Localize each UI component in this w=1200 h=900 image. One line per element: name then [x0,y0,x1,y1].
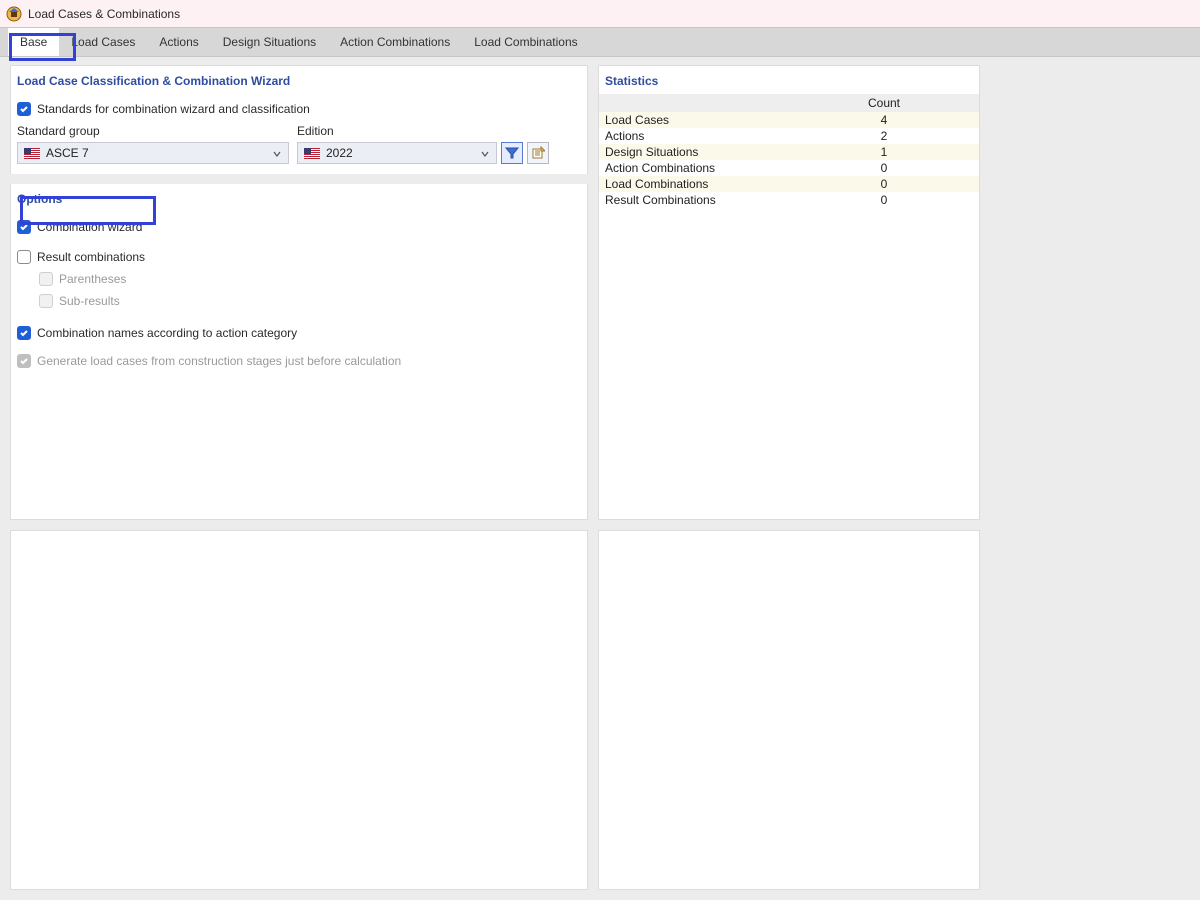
sub-results-label: Sub-results [59,294,120,308]
app-icon [6,6,22,22]
combination-wizard-row: Combination wizard [17,216,581,238]
standard-group-select[interactable]: ASCE 7 [17,142,289,164]
statistics-table: Count Load Cases4Actions2Design Situatio… [599,94,979,208]
statistics-title: Statistics [599,66,979,94]
stat-count: 2 [789,128,979,144]
combo-names-row: Combination names according to action ca… [17,322,581,344]
parentheses-row: Parentheses [39,268,581,290]
titlebar: Load Cases & Combinations [0,0,1200,27]
tab-load-combinations[interactable]: Load Combinations [462,28,589,56]
tab-load-cases[interactable]: Load Cases [59,28,147,56]
result-combinations-sub: Parentheses Sub-results [39,268,581,312]
statistics-panel: Statistics Count Load Cases4Actions2Desi… [598,65,980,520]
standard-group-label: Standard group [17,124,289,138]
edition-value: 2022 [326,146,474,160]
wizard-section-title: Load Case Classification & Combination W… [11,66,587,94]
statistics-header-row: Count [599,94,979,112]
table-row: Actions2 [599,128,979,144]
stat-name: Load Cases [599,112,789,128]
tab-design-situations[interactable]: Design Situations [211,28,328,56]
standard-group-value: ASCE 7 [46,146,266,160]
stat-name: Action Combinations [599,160,789,176]
stat-name: Result Combinations [599,192,789,208]
stat-count: 4 [789,112,979,128]
standards-checkbox-row: Standards for combination wizard and cla… [17,98,581,120]
tab-strip: Base Load Cases Actions Design Situation… [0,27,1200,57]
options-section: Combination wizard Result combinations P… [11,212,587,380]
section-divider [5,174,593,184]
parentheses-checkbox [39,272,53,286]
generate-lc-label: Generate load cases from construction st… [37,354,401,368]
left-panel: Load Case Classification & Combination W… [10,65,588,520]
result-combinations-checkbox[interactable] [17,250,31,264]
edition-field: Edition 2022 [297,124,549,164]
bottom-right-panel [598,530,980,890]
result-combinations-row: Result combinations [17,246,581,268]
new-standard-button[interactable] [527,142,549,164]
combo-names-label: Combination names according to action ca… [37,326,297,340]
sub-results-checkbox [39,294,53,308]
stat-count: 0 [789,176,979,192]
wizard-section: Standards for combination wizard and cla… [11,94,587,174]
combo-names-checkbox[interactable] [17,326,31,340]
standards-fields: Standard group ASCE 7 Edition [17,124,581,164]
window-title: Load Cases & Combinations [28,7,180,21]
chevron-down-icon [480,148,490,158]
sub-results-row: Sub-results [39,290,581,312]
generate-lc-checkbox [17,354,31,368]
stat-name: Actions [599,128,789,144]
us-flag-icon [24,148,40,159]
bottom-left-panel [10,530,588,890]
tab-action-combinations[interactable]: Action Combinations [328,28,462,56]
result-combinations-label: Result combinations [37,250,145,264]
table-row: Load Cases4 [599,112,979,128]
table-row: Result Combinations0 [599,192,979,208]
tab-base[interactable]: Base [8,28,59,56]
options-section-title: Options [11,184,587,212]
table-row: Action Combinations0 [599,160,979,176]
stat-name: Design Situations [599,144,789,160]
filter-button[interactable] [501,142,523,164]
statistics-name-header [599,94,789,112]
standards-checkbox[interactable] [17,102,31,116]
combination-wizard-label: Combination wizard [37,220,142,234]
table-row: Design Situations1 [599,144,979,160]
stat-count: 0 [789,160,979,176]
tab-actions[interactable]: Actions [147,28,210,56]
combination-wizard-checkbox[interactable] [17,220,31,234]
us-flag-icon [304,148,320,159]
edition-label: Edition [297,124,549,138]
stat-count: 0 [789,192,979,208]
standards-checkbox-label: Standards for combination wizard and cla… [37,102,310,116]
edition-select[interactable]: 2022 [297,142,497,164]
app-window: Load Cases & Combinations Base Load Case… [0,0,1200,900]
stat-count: 1 [789,144,979,160]
standard-group-field: Standard group ASCE 7 [17,124,289,164]
statistics-count-header: Count [789,94,979,112]
content-area: Load Case Classification & Combination W… [0,57,1200,900]
generate-lc-row: Generate load cases from construction st… [17,350,581,372]
table-row: Load Combinations0 [599,176,979,192]
stat-name: Load Combinations [599,176,789,192]
parentheses-label: Parentheses [59,272,126,286]
chevron-down-icon [272,148,282,158]
